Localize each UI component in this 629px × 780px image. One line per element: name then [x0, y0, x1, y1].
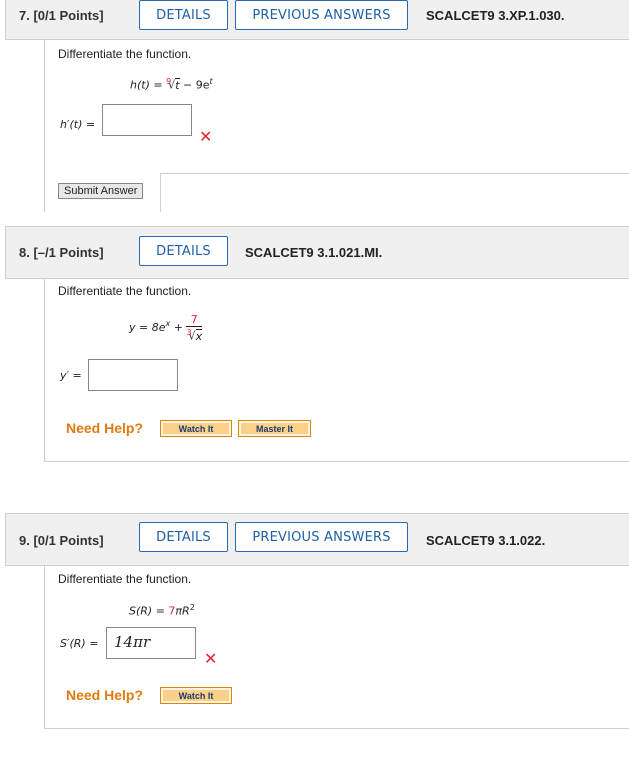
eq-text: − 9e: [179, 78, 210, 92]
q7-details-button[interactable]: DETAILS: [139, 0, 228, 30]
q7-answer-label: h′(t) =: [60, 118, 96, 131]
question-points: [0/1 Points]: [33, 8, 104, 23]
question-8-number: 8. [–/1 Points]: [19, 245, 104, 260]
eq-text: S(R) =: [129, 604, 169, 618]
q9-answer-input[interactable]: 14πr: [106, 627, 196, 659]
q8-need-help-label: Need Help?: [66, 420, 144, 436]
q9-previous-answers-button[interactable]: PREVIOUS ANSWERS: [235, 522, 408, 552]
q8-master-it-button[interactable]: Master It: [238, 420, 311, 437]
question-9-number: 9. [0/1 Points]: [19, 533, 104, 548]
q7-body-bottom-border: [160, 173, 629, 174]
q8-watch-it-button[interactable]: Watch It: [160, 420, 232, 437]
q8-prompt: Differentiate the function.: [58, 284, 192, 298]
question-7-number: 7. [0/1 Points]: [19, 8, 104, 23]
q7-answer-input[interactable]: [102, 104, 192, 136]
eq-exponent: t: [209, 77, 213, 86]
q9-equation: S(R) = 7πR2: [129, 603, 195, 618]
q7-previous-answers-button[interactable]: PREVIOUS ANSWERS: [235, 0, 408, 30]
eq-text: h(t) =: [130, 78, 167, 92]
q7-body-step: [160, 173, 161, 212]
x-mark-icon: ✕: [199, 127, 213, 146]
q9-watch-it-button[interactable]: Watch It: [160, 687, 232, 704]
fraction-numerator: 7: [190, 313, 198, 326]
root-index: 9: [166, 77, 172, 86]
eq-text: πR: [175, 604, 190, 618]
q9-answer-label: S′(R) =: [60, 637, 99, 650]
eq-text: y = 8e: [129, 320, 166, 334]
q9-assignment-code: SCALCET9 3.1.022.: [426, 533, 546, 548]
question-number: 9.: [19, 533, 30, 548]
q9-answer-value: 14πr: [114, 633, 151, 651]
eq-exponent: 2: [189, 603, 195, 612]
q7-submit-answer-button[interactable]: Submit Answer: [58, 183, 144, 199]
q8-fraction: 7 3√x: [186, 313, 203, 343]
x-mark-icon: ✕: [204, 649, 218, 668]
question-points: [–/1 Points]: [33, 245, 104, 260]
q7-prompt: Differentiate the function.: [58, 47, 192, 61]
q7-equation: h(t) = 9√t − 9et: [130, 77, 213, 92]
q9-prompt: Differentiate the function.: [58, 572, 192, 586]
question-number: 8.: [19, 245, 30, 260]
q7-assignment-code: SCALCET9 3.XP.1.030.: [426, 8, 565, 23]
eq-text: +: [170, 320, 187, 334]
root-index: 3: [186, 328, 192, 337]
fraction-denominator: 3√x: [186, 326, 203, 343]
q8-details-button[interactable]: DETAILS: [139, 236, 228, 266]
q8-answer-label: y′ =: [60, 369, 82, 382]
q8-answer-input[interactable]: [88, 359, 178, 391]
radicand-text: x: [195, 329, 203, 343]
q9-need-help-label: Need Help?: [66, 687, 144, 703]
q9-details-button[interactable]: DETAILS: [139, 522, 228, 552]
question-points: [0/1 Points]: [33, 533, 104, 548]
q8-equation: y = 8e x + 7 3√x: [129, 313, 203, 343]
question-number: 7.: [19, 8, 30, 23]
q8-assignment-code: SCALCET9 3.1.021.MI.: [245, 245, 383, 260]
